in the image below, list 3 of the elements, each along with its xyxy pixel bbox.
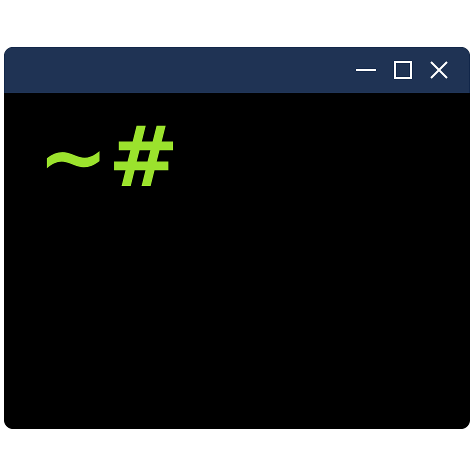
maximize-icon[interactable]	[394, 61, 412, 79]
close-icon[interactable]	[430, 61, 448, 79]
terminal-prompt: ~#	[38, 115, 179, 199]
